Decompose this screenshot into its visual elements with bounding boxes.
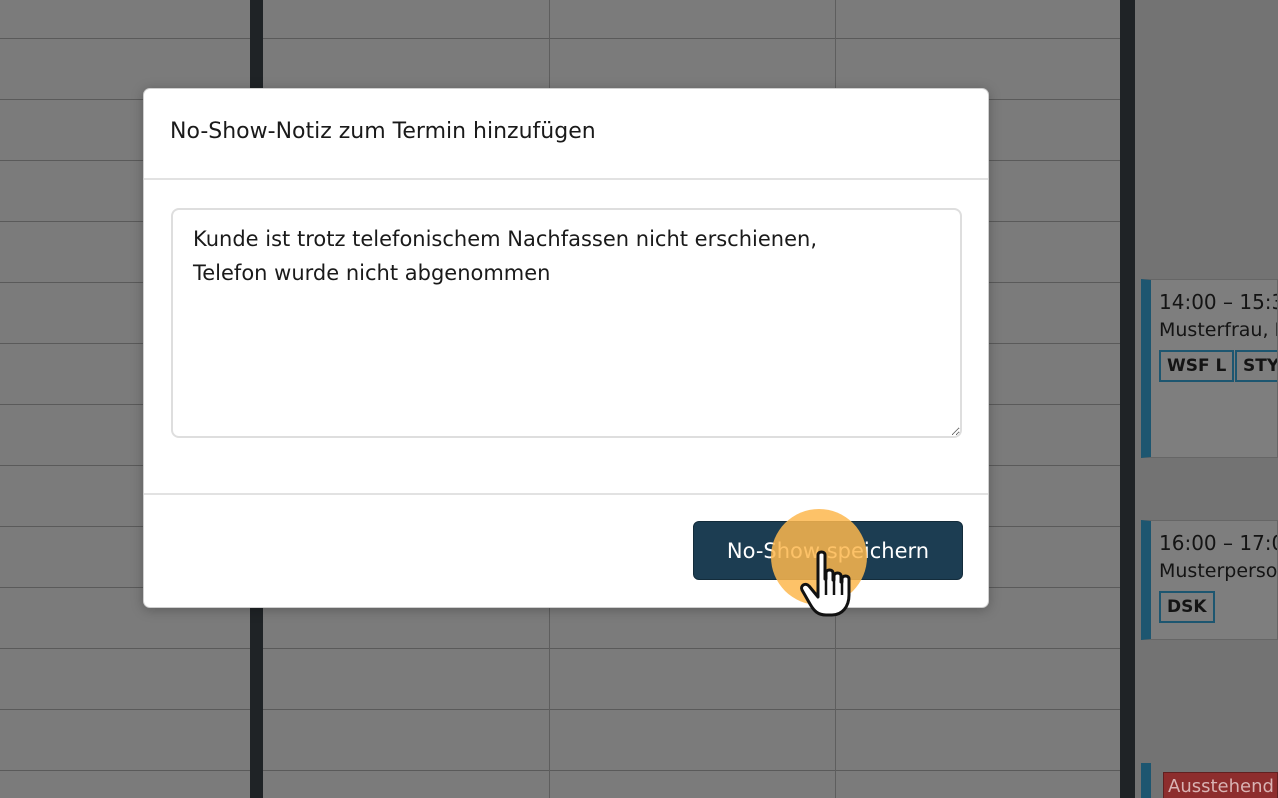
appointment-customer: Musterperson <box>1159 560 1278 582</box>
dialog-header: No-Show-Notiz zum Termin hinzufügen <box>144 89 988 180</box>
appointment-customer: Musterfrau, M <box>1159 319 1278 341</box>
save-no-show-button[interactable]: No-Show speichern <box>693 521 963 580</box>
service-tag: DSK <box>1159 591 1215 623</box>
day-divider <box>1120 0 1135 798</box>
dialog-body <box>144 180 988 495</box>
screen: 14:00 – 15:30 Musterfrau, M WSF L STYL 1… <box>0 0 1278 798</box>
no-show-dialog: No-Show-Notiz zum Termin hinzufügen No-S… <box>143 88 989 608</box>
dialog-title: No-Show-Notiz zum Termin hinzufügen <box>170 119 596 144</box>
status-badge: Ausstehend <box>1163 772 1278 798</box>
no-show-note-textarea[interactable] <box>171 208 962 438</box>
service-tag: WSF L <box>1159 350 1235 382</box>
appointment-card[interactable]: 16:00 – 17:00 Musterperson DSK <box>1141 520 1278 640</box>
appointment-time: 14:00 – 15:30 <box>1159 290 1277 314</box>
appointment-accent <box>1141 763 1151 798</box>
appointment-time: 16:00 – 17:00 <box>1159 531 1277 555</box>
appointment-card[interactable]: 14:00 – 15:30 Musterfrau, M WSF L STYL <box>1141 279 1278 458</box>
dialog-footer: No-Show speichern <box>144 495 988 607</box>
service-tag: STYL <box>1235 350 1277 382</box>
